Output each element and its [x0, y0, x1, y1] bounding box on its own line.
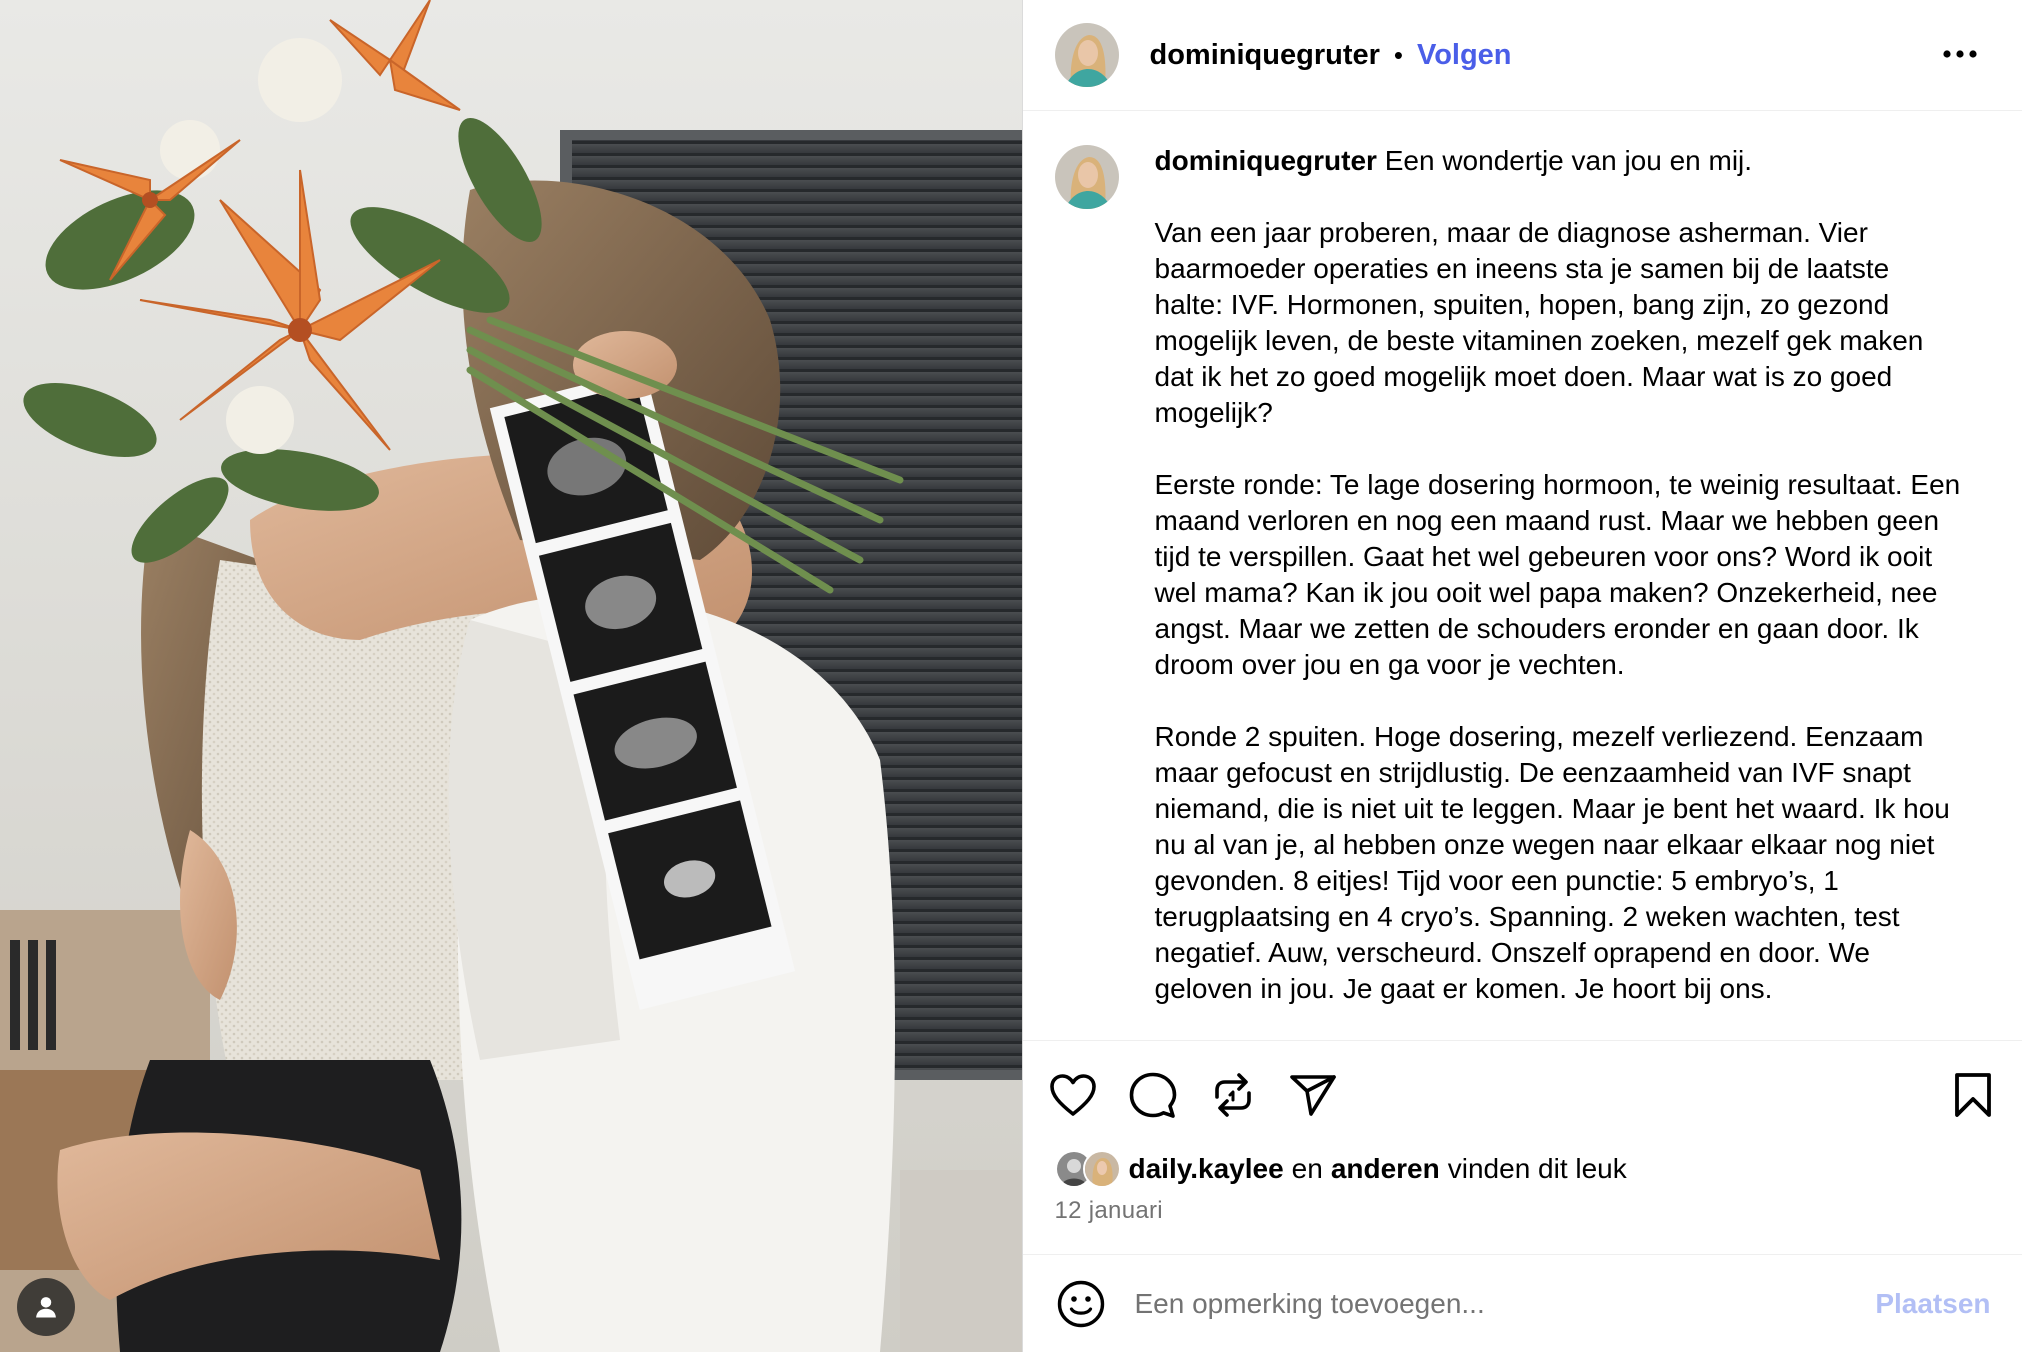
more-horizontal-icon [1943, 50, 1977, 58]
comment-bar: Plaatsen [1023, 1254, 2022, 1353]
tagged-users-button[interactable] [17, 1278, 75, 1336]
caption-paragraph: Van een jaar proberen, maar de diagnose … [1155, 215, 1963, 431]
repost-icon [1210, 1071, 1256, 1119]
more-options-button[interactable] [1938, 32, 1982, 76]
post-header: dominiquegruter • Volgen [1023, 0, 2022, 111]
liker-avatar[interactable] [1083, 1150, 1121, 1188]
photo-scene [0, 0, 1022, 1352]
comment-input[interactable] [1133, 1287, 1837, 1321]
comment-button[interactable] [1127, 1069, 1179, 1121]
likes-suffix: vinden dit leuk [1448, 1153, 1627, 1185]
save-button[interactable] [1947, 1069, 1999, 1121]
caption-first-line: Een wondertje van jou en mij. [1385, 145, 1752, 176]
author-avatar[interactable] [1055, 23, 1119, 87]
post-date[interactable]: 12 januari [1055, 1197, 1163, 1225]
author-username[interactable]: dominiquegruter [1150, 39, 1380, 72]
repost-button[interactable] [1207, 1069, 1259, 1121]
heart-icon [1049, 1073, 1097, 1117]
separator-dot: • [1394, 40, 1403, 71]
caption: dominiquegruter Een wondertje van jou en… [1023, 111, 2022, 1041]
caption-author-avatar[interactable] [1055, 145, 1119, 209]
post-photo[interactable] [0, 0, 1022, 1352]
follow-button[interactable]: Volgen [1417, 39, 1512, 72]
likes-connector: en [1292, 1153, 1323, 1185]
caption-username[interactable]: dominiquegruter [1155, 145, 1377, 176]
send-icon [1289, 1073, 1337, 1117]
caption-paragraph: Ronde 2 spuiten. Hoge dosering, mezelf v… [1155, 719, 1963, 1007]
post-side-panel: dominiquegruter • Volgen [1022, 0, 2022, 1352]
like-button[interactable] [1047, 1069, 1099, 1121]
likes-others-link[interactable]: anderen [1331, 1153, 1440, 1185]
caption-scroll-area[interactable]: dominiquegruter Een wondertje van jou en… [1023, 111, 2022, 1041]
liker-username[interactable]: daily.kaylee [1129, 1153, 1284, 1185]
caption-paragraph: Eerste ronde: Te lage dosering hormoon, … [1155, 467, 1963, 683]
post-comment-button[interactable]: Plaatsen [1875, 1288, 1990, 1320]
instagram-post: dominiquegruter • Volgen [0, 0, 2022, 1352]
smiley-icon[interactable] [1055, 1278, 1107, 1330]
bookmark-icon [1953, 1072, 1993, 1118]
share-button[interactable] [1287, 1069, 1339, 1121]
user-tag-icon [32, 1293, 60, 1321]
action-bar [1023, 1063, 2022, 1123]
comment-icon [1129, 1071, 1177, 1119]
likes-summary: daily.kaylee en anderen vinden dit leuk [1055, 1150, 1627, 1188]
caption-text: dominiquegruter Een wondertje van jou en… [1155, 145, 1963, 1041]
